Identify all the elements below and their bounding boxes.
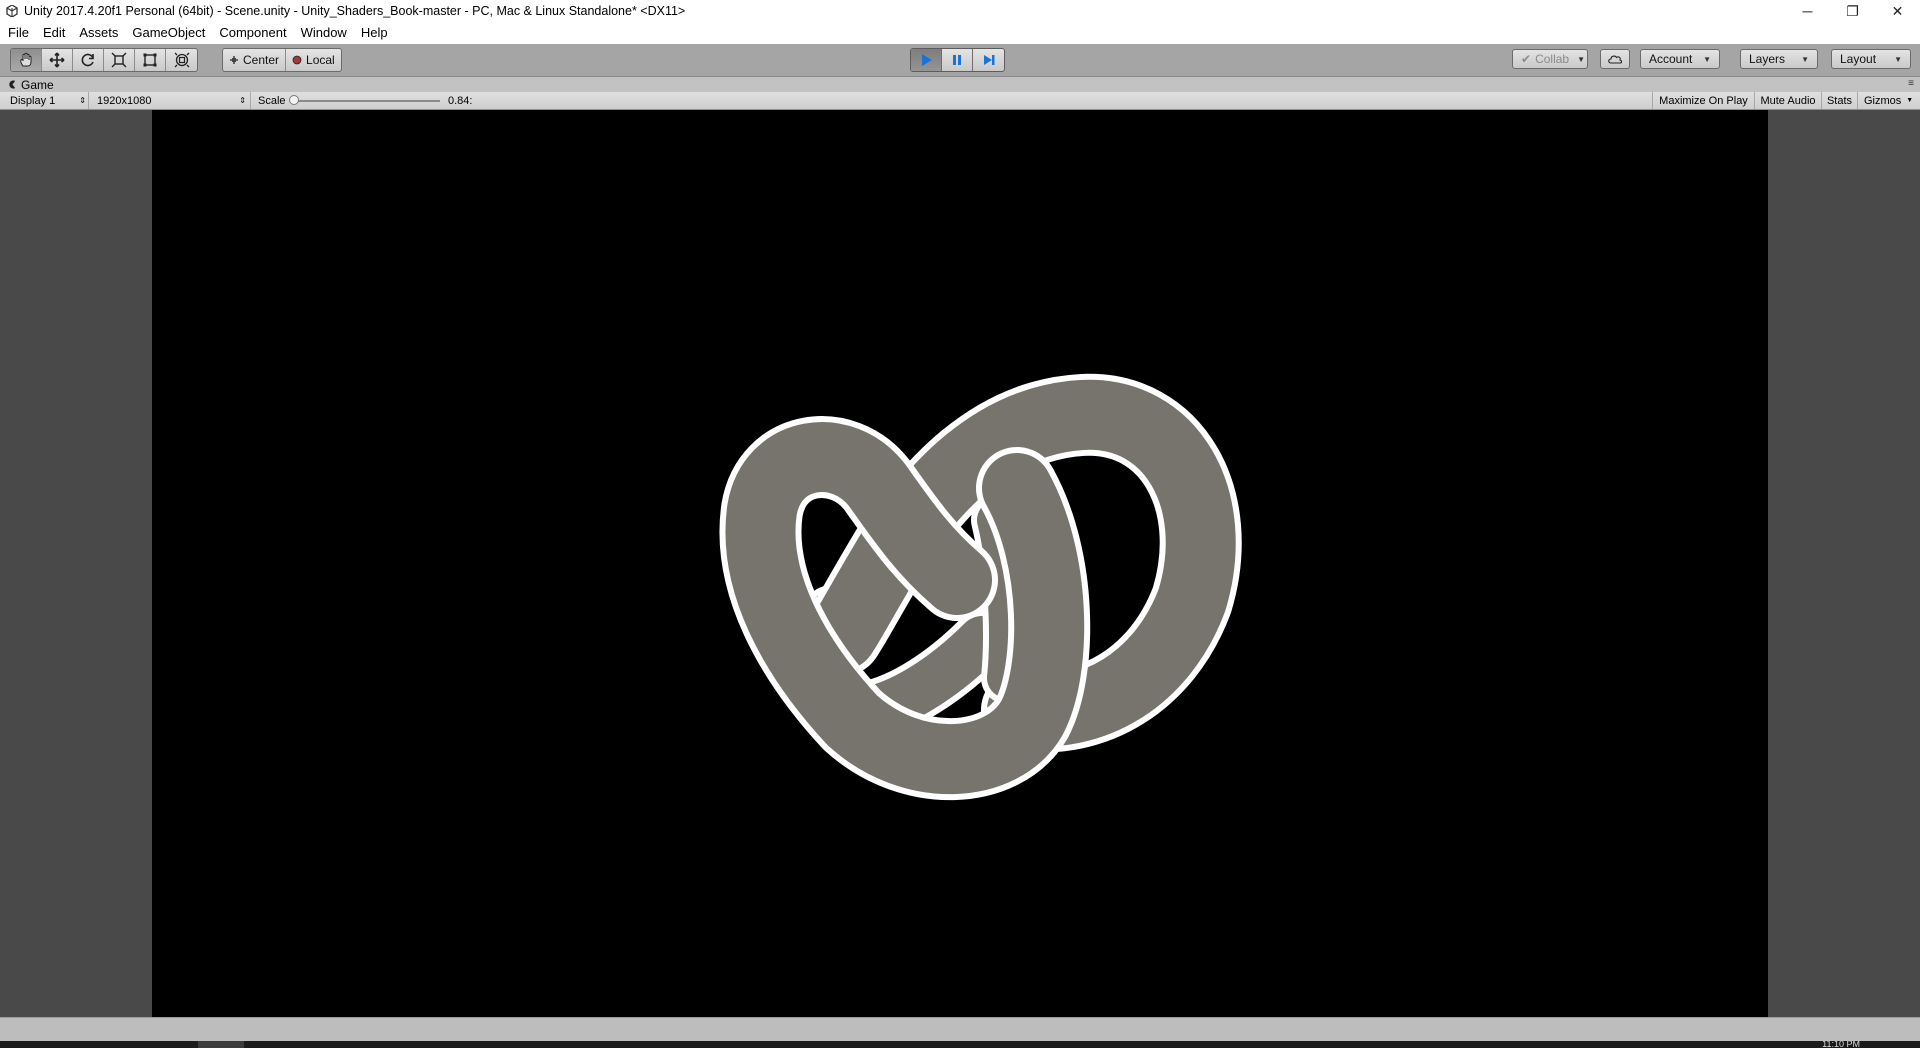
collab-label: Collab — [1535, 52, 1570, 66]
chevron-down-icon: ▼ — [1577, 54, 1586, 64]
torus-knot-render — [719, 373, 1242, 801]
minimize-button[interactable]: ─ — [1785, 0, 1830, 22]
gizmos-label: Gizmos — [1864, 94, 1902, 107]
rect-icon — [143, 53, 157, 67]
taskbar-clock: 11:10 PM — [1822, 1041, 1860, 1048]
rect-tool-button[interactable] — [135, 49, 166, 71]
resolution-dropdown[interactable]: 1920x1080 ⇕ — [88, 92, 248, 109]
scale-tool-button[interactable] — [104, 49, 135, 71]
pause-button[interactable] — [942, 49, 973, 71]
cloud-icon — [1608, 55, 1623, 64]
stats-toggle[interactable]: Stats — [1821, 92, 1857, 109]
scale-slider-track[interactable] — [292, 100, 440, 102]
hand-icon — [20, 52, 32, 67]
taskbar-app-item[interactable] — [198, 1041, 244, 1048]
chevron-down-icon: ▼ — [1894, 54, 1902, 64]
menu-help[interactable]: Help — [354, 22, 395, 44]
scale-label: Scale — [250, 92, 286, 109]
menu-edit[interactable]: Edit — [36, 22, 72, 44]
pivot-local-label: Local — [306, 53, 335, 67]
account-label: Account — [1649, 52, 1693, 66]
unity-logo-icon — [4, 3, 20, 19]
local-space-icon — [292, 55, 302, 65]
hand-tool-button[interactable] — [11, 49, 42, 71]
pivot-center-button[interactable]: Center — [223, 49, 287, 71]
transform-tool-button[interactable] — [166, 49, 197, 71]
transform-tools — [10, 48, 198, 72]
collab-check-icon: ✔ — [1521, 52, 1532, 66]
gizmos-dropdown[interactable]: Gizmos ▼ — [1857, 92, 1920, 109]
chevron-down-icon: ▼ — [1703, 54, 1711, 64]
title-bar: Unity 2017.4.20f1 Personal (64bit) - Sce… — [0, 0, 1920, 22]
layers-dropdown[interactable]: Layers ▼ — [1740, 49, 1818, 69]
menu-bar: File Edit Assets GameObject Component Wi… — [0, 22, 1920, 44]
tab-game[interactable]: Game — [8, 77, 54, 92]
game-icon — [9, 80, 16, 89]
play-icon — [922, 54, 932, 66]
pivot-local-button[interactable]: Local — [286, 49, 341, 71]
step-icon — [983, 55, 994, 65]
transform-icon — [174, 52, 189, 68]
game-window-tab: Game ≡ — [0, 77, 1920, 92]
status-bar — [0, 1017, 1920, 1042]
chevron-down-icon: ▼ — [1801, 54, 1809, 64]
pause-icon — [953, 55, 961, 65]
play-controls — [910, 48, 1005, 72]
display-dropdown[interactable]: Display 1 ⇕ — [10, 92, 86, 109]
pivot-center-icon — [230, 56, 238, 64]
tab-menu-icon[interactable]: ≡ — [1908, 78, 1914, 89]
game-view[interactable] — [0, 110, 1920, 1017]
display-label: Display 1 — [10, 94, 56, 107]
updown-arrow-icon: ⇕ — [239, 96, 246, 105]
mute-audio-toggle[interactable]: Mute Audio — [1754, 92, 1821, 109]
menu-file[interactable]: File — [0, 22, 36, 44]
menu-component[interactable]: Component — [212, 22, 293, 44]
resolution-label: 1920x1080 — [97, 94, 152, 107]
step-button[interactable] — [973, 49, 1004, 71]
menu-window[interactable]: Window — [294, 22, 354, 44]
collab-dropdown[interactable]: ✔ Collab ▼ — [1512, 49, 1588, 69]
menu-assets[interactable]: Assets — [72, 22, 125, 44]
layout-dropdown[interactable]: Layout ▼ — [1831, 49, 1911, 69]
scale-value: 0.84: — [448, 94, 473, 107]
account-dropdown[interactable]: Account ▼ — [1640, 49, 1720, 69]
chevron-down-icon: ▼ — [1906, 97, 1914, 104]
pivot-center-label: Center — [243, 53, 280, 67]
os-taskbar: 11:10 PM — [0, 1041, 1920, 1048]
move-tool-button[interactable] — [42, 49, 73, 71]
pivot-toggles: Center Local — [222, 48, 342, 72]
layers-label: Layers — [1749, 52, 1786, 66]
scale-icon — [111, 52, 127, 68]
updown-arrow-icon: ⇕ — [79, 96, 86, 105]
scale-slider-thumb[interactable] — [289, 95, 299, 105]
rotate-tool-button[interactable] — [73, 49, 104, 71]
maximize-on-play-toggle[interactable]: Maximize On Play — [1652, 92, 1754, 109]
move-icon — [49, 52, 65, 68]
restore-button[interactable]: ❐ — [1830, 0, 1875, 22]
game-view-toolbar: Display 1 ⇕ 1920x1080 ⇕ Scale 0.84: Maxi… — [0, 92, 1920, 110]
game-tab-label: Game — [21, 77, 54, 92]
close-button[interactable]: ✕ — [1875, 0, 1920, 22]
window-controls: ─ ❐ ✕ — [1785, 0, 1920, 22]
main-toolbar: Center Local ✔ Collab ▼ Account ▼ Layers… — [0, 44, 1920, 77]
game-viewport[interactable] — [152, 110, 1768, 1017]
play-button[interactable] — [911, 49, 942, 71]
menu-gameobject[interactable]: GameObject — [125, 22, 212, 44]
rotate-icon — [81, 53, 94, 67]
window-title: Unity 2017.4.20f1 Personal (64bit) - Sce… — [24, 4, 686, 18]
layout-label: Layout — [1840, 52, 1877, 66]
cloud-button[interactable] — [1600, 49, 1630, 69]
